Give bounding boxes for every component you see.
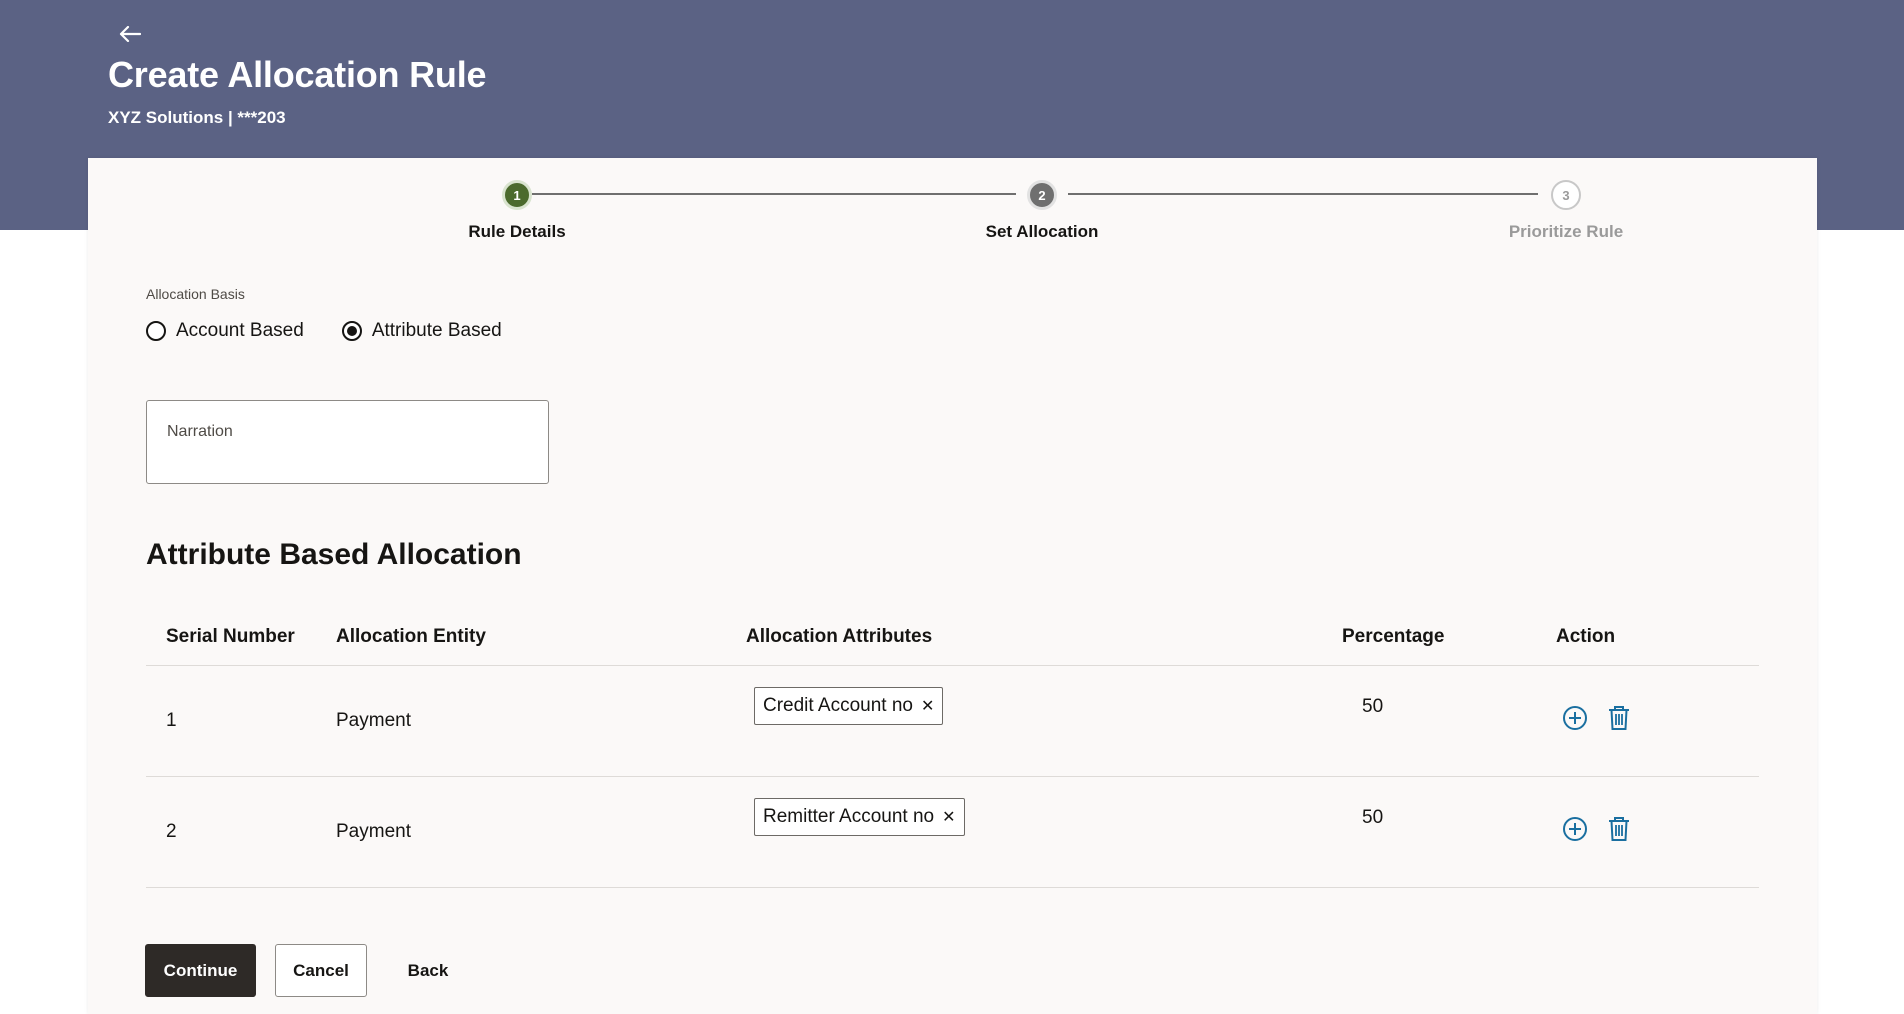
step-rule-details[interactable]: 1 Rule Details: [417, 180, 617, 242]
radio-account-based[interactable]: Account Based: [146, 320, 304, 342]
radio-label: Attribute Based: [371, 320, 502, 341]
trash-icon[interactable]: [1604, 703, 1634, 733]
percentage: 50: [1362, 807, 1384, 828]
allocation-basis-radio-group: Account Based Attribute Based: [146, 320, 540, 342]
percentage: 50: [1362, 696, 1384, 717]
back-arrow-icon[interactable]: [114, 18, 146, 50]
serial-number: 1: [166, 710, 177, 731]
radio-attribute-based[interactable]: Attribute Based: [341, 320, 502, 342]
chip-label: Remitter Account no: [763, 806, 935, 827]
column-header: Allocation Attributes: [746, 626, 933, 647]
table-row: 1 Payment Credit Account no ✕ 50: [146, 666, 1759, 777]
trash-icon[interactable]: [1604, 814, 1634, 844]
chip-label: Credit Account no: [763, 695, 913, 716]
allocation-entity: Payment: [336, 710, 411, 731]
serial-number: 2: [166, 821, 177, 842]
column-header: Allocation Entity: [336, 626, 486, 647]
allocation-basis-label: Allocation Basis: [146, 286, 245, 302]
step-prioritize-rule: 3 Prioritize Rule: [1466, 180, 1666, 242]
column-header: Serial Number: [166, 626, 295, 647]
step-number: 3: [1551, 180, 1581, 210]
cancel-button[interactable]: Cancel: [275, 944, 367, 997]
add-circle-icon[interactable]: [1560, 703, 1590, 733]
step-label: Prioritize Rule: [1508, 222, 1624, 241]
add-circle-icon[interactable]: [1560, 814, 1590, 844]
attribute-chip[interactable]: Remitter Account no ✕: [754, 798, 965, 836]
radio-label: Account Based: [176, 320, 304, 341]
radio-checked-icon: [341, 321, 362, 341]
attribute-chip[interactable]: Credit Account no ✕: [754, 687, 944, 725]
radio-unchecked-icon: [146, 321, 166, 341]
narration-label: Narration: [167, 423, 233, 440]
column-header: Percentage: [1342, 626, 1445, 647]
main-card: 1 Rule Details 2 Set Allocation 3 Priori…: [88, 158, 1817, 1014]
continue-button[interactable]: Continue: [145, 944, 256, 997]
back-button[interactable]: Back: [398, 944, 458, 997]
step-label: Rule Details: [468, 222, 566, 241]
step-label: Set Allocation: [985, 222, 1099, 241]
column-header: Action: [1556, 626, 1616, 647]
step-set-allocation[interactable]: 2 Set Allocation: [942, 180, 1142, 242]
step-number: 1: [502, 180, 532, 210]
table-header: Serial Number Allocation Entity Allocati…: [146, 618, 1759, 666]
close-icon[interactable]: ✕: [942, 807, 955, 827]
page-subtitle: XYZ Solutions | ***203: [108, 108, 286, 127]
section-title: Attribute Based Allocation: [146, 538, 522, 571]
page-title: Create Allocation Rule: [108, 54, 487, 95]
close-icon[interactable]: ✕: [921, 696, 934, 716]
allocation-table: Serial Number Allocation Entity Allocati…: [146, 618, 1759, 888]
table-row: 2 Payment Remitter Account no ✕ 50: [146, 777, 1759, 888]
step-number: 2: [1027, 180, 1057, 210]
narration-field[interactable]: Narration: [146, 400, 549, 484]
allocation-entity: Payment: [336, 821, 411, 842]
